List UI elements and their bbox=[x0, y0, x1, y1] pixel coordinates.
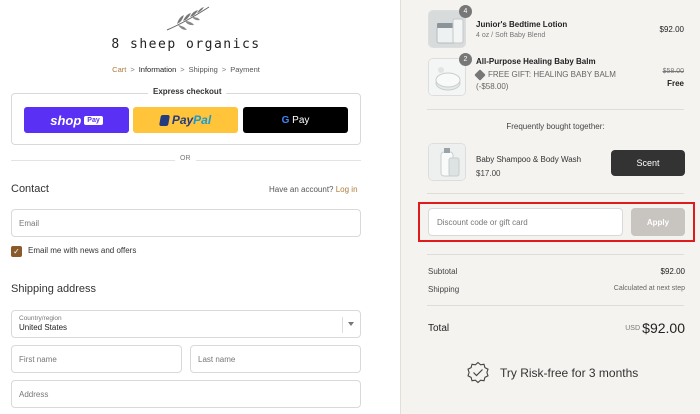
express-checkout-title: Express checkout bbox=[148, 87, 227, 96]
google-pay-button[interactable]: G Pay bbox=[243, 107, 348, 133]
subtotal-row: Subtotal $92.00 bbox=[428, 267, 685, 276]
checkout-form-column: 8 sheep organics Cart > Information > Shippi… bbox=[0, 0, 400, 414]
cart-item-price: $92.00 bbox=[659, 25, 684, 34]
upsell-product-name: Baby Shampoo & Body Wash bbox=[476, 155, 582, 164]
chevron-right-icon: > bbox=[130, 65, 135, 74]
quantity-badge: 2 bbox=[459, 53, 472, 66]
cart-item-discount-amount: (-$58.00) bbox=[476, 82, 509, 91]
upsell-thumbnail bbox=[428, 143, 466, 181]
cart-item-variant: 4 oz / Soft Baby Blend bbox=[476, 32, 546, 39]
chevron-down-icon bbox=[342, 317, 360, 333]
shop-pay-button[interactable]: shop Pay bbox=[24, 107, 129, 133]
cart-item-name: Junior's Bedtime Lotion bbox=[476, 20, 568, 29]
breadcrumb-information: Information bbox=[138, 65, 177, 74]
breadcrumb-shipping: Shipping bbox=[188, 65, 218, 74]
store-name: 8 sheep organics bbox=[111, 37, 261, 52]
upsell-heading: Frequently bought together: bbox=[506, 122, 605, 131]
paypal-logo-icon bbox=[158, 114, 170, 126]
newsletter-label: Email me with news and offers bbox=[28, 246, 137, 255]
paypal-button[interactable]: PayPal bbox=[133, 107, 238, 133]
login-link[interactable]: Log in bbox=[336, 185, 358, 194]
breadcrumb: Cart > Information > Shipping > Payment bbox=[0, 65, 372, 74]
badge-check-icon bbox=[467, 361, 489, 384]
shipping-heading: Shipping address bbox=[11, 283, 97, 295]
divider bbox=[427, 254, 684, 255]
newsletter-checkbox[interactable]: ✓ bbox=[11, 246, 22, 257]
upsell-product-price: $17.00 bbox=[476, 169, 501, 178]
divider bbox=[427, 305, 684, 306]
account-prompt: Have an account? Log in bbox=[269, 185, 358, 194]
first-name-field[interactable]: First name bbox=[11, 345, 182, 373]
cart-item-discount: FREE GIFT: HEALING BABY BALM bbox=[474, 69, 616, 81]
tag-icon bbox=[474, 69, 486, 81]
shipping-row: Shipping Calculated at next step bbox=[428, 285, 685, 294]
cart-item-price: Free bbox=[667, 79, 684, 88]
divider bbox=[427, 109, 684, 110]
shampoo-bottle-icon bbox=[429, 144, 465, 180]
subtotal-value: $92.00 bbox=[660, 267, 685, 276]
country-select[interactable]: Country/region United States bbox=[11, 310, 361, 338]
currency-code: USD bbox=[625, 325, 640, 332]
discount-highlight-box bbox=[418, 202, 695, 242]
chevron-right-icon: > bbox=[180, 65, 185, 74]
shipping-value: Calculated at next step bbox=[613, 285, 685, 292]
address-field[interactable]: Address bbox=[11, 380, 361, 408]
sprig-logo-icon bbox=[166, 6, 210, 31]
total-value: $92.00 bbox=[642, 320, 685, 336]
cart-item-name: All-Purpose Healing Baby Balm bbox=[476, 57, 596, 66]
scent-button[interactable]: Scent bbox=[611, 150, 685, 176]
cart-item-original-price: $58.00 bbox=[662, 68, 684, 75]
email-field[interactable]: Email bbox=[11, 209, 361, 237]
quantity-badge: 4 bbox=[459, 5, 472, 18]
divider bbox=[427, 193, 684, 194]
or-label: OR bbox=[175, 155, 196, 162]
chevron-right-icon: > bbox=[221, 65, 227, 74]
breadcrumb-cart[interactable]: Cart bbox=[112, 65, 126, 74]
breadcrumb-payment: Payment bbox=[230, 65, 260, 74]
risk-free-text: Try Risk-free for 3 months bbox=[500, 366, 639, 380]
last-name-field[interactable]: Last name bbox=[190, 345, 361, 373]
risk-free-banner: Try Risk-free for 3 months bbox=[466, 360, 666, 386]
contact-heading: Contact bbox=[11, 183, 49, 195]
